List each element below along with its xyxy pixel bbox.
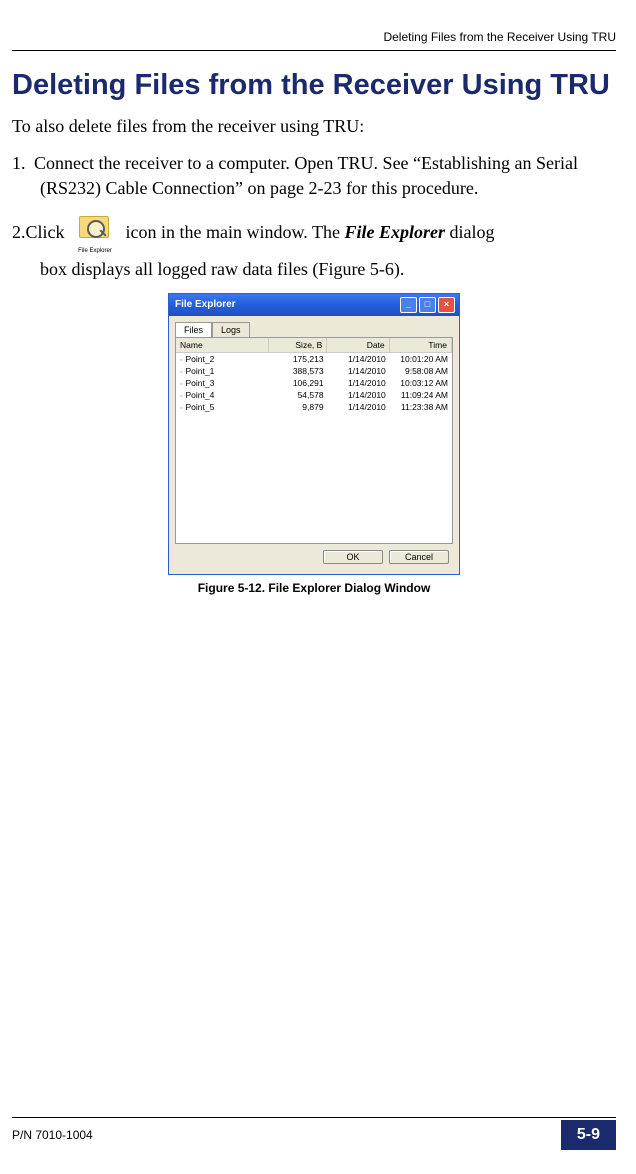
step-2-text-c: dialog (445, 222, 495, 242)
step-2-bold: File Explorer (344, 222, 445, 242)
ok-button[interactable]: OK (323, 550, 383, 564)
table-row[interactable]: Point_4 54,578 1/14/2010 11:09:24 AM (176, 389, 452, 401)
cell-name: Point_2 (176, 353, 270, 365)
cell-size: 106,291 (270, 377, 328, 389)
cell-size: 388,573 (270, 365, 328, 377)
step-2: 2.Click File Explorer icon in the main w… (12, 214, 616, 285)
figure-caption: Figure 5-12. File Explorer Dialog Window (12, 581, 616, 595)
cancel-button[interactable]: Cancel (389, 550, 449, 564)
minimize-icon[interactable]: _ (400, 297, 417, 313)
file-list-pane: Name Size, B Date Time Point_2 175,213 1… (175, 337, 453, 544)
dialog-title: File Explorer (175, 299, 236, 310)
table-row[interactable]: Point_2 175,213 1/14/2010 10:01:20 AM (176, 353, 452, 365)
file-list-header: Name Size, B Date Time (176, 338, 452, 353)
dialog-titlebar: File Explorer _ □ × (169, 294, 459, 316)
cell-time: 10:03:12 AM (390, 377, 452, 389)
page-title: Deleting Files from the Receiver Using T… (12, 69, 616, 102)
cell-date: 1/14/2010 (328, 401, 390, 413)
step-1-number: 1. (12, 151, 34, 175)
maximize-icon[interactable]: □ (419, 297, 436, 313)
cell-name: Point_4 (176, 389, 270, 401)
cell-name: Point_5 (176, 401, 270, 413)
cell-name: Point_3 (176, 377, 270, 389)
file-explorer-icon: File Explorer (73, 214, 117, 254)
part-number: P/N 7010-1004 (12, 1128, 93, 1142)
cell-time: 11:23:38 AM (390, 401, 452, 413)
file-explorer-icon-label: File Explorer (73, 246, 117, 256)
tab-files[interactable]: Files (175, 322, 212, 337)
step-2-text-a: Click (26, 222, 65, 242)
step-2-line2: box displays all logged raw data files (… (40, 254, 616, 285)
step-2-text-b: icon in the main window. The (126, 222, 345, 242)
cell-time: 10:01:20 AM (390, 353, 452, 365)
step-2-number: 2. (12, 222, 26, 242)
cell-size: 9,879 (270, 401, 328, 413)
page-footer: P/N 7010-1004 5-9 (12, 1117, 616, 1150)
cell-size: 54,578 (270, 389, 328, 401)
table-row[interactable]: Point_5 9,879 1/14/2010 11:23:38 AM (176, 401, 452, 413)
col-date[interactable]: Date (327, 338, 389, 353)
step-1: 1.Connect the receiver to a computer. Op… (12, 151, 616, 200)
table-row[interactable]: Point_3 106,291 1/14/2010 10:03:12 AM (176, 377, 452, 389)
tab-logs[interactable]: Logs (212, 322, 250, 337)
running-header: Deleting Files from the Receiver Using T… (12, 30, 616, 51)
page-number: 5-9 (561, 1120, 616, 1150)
close-icon[interactable]: × (438, 297, 455, 313)
col-size[interactable]: Size, B (269, 338, 327, 353)
cell-date: 1/14/2010 (328, 353, 390, 365)
step-1-text: Connect the receiver to a computer. Open… (34, 153, 578, 197)
cell-size: 175,213 (270, 353, 328, 365)
cell-time: 9:58:08 AM (390, 365, 452, 377)
intro-paragraph: To also delete files from the receiver u… (12, 116, 616, 137)
col-time[interactable]: Time (390, 338, 452, 353)
cell-time: 11:09:24 AM (390, 389, 452, 401)
cell-name: Point_1 (176, 365, 270, 377)
cell-date: 1/14/2010 (328, 377, 390, 389)
file-explorer-dialog: File Explorer _ □ × Files Logs Name Size… (168, 293, 460, 575)
col-name[interactable]: Name (176, 338, 269, 353)
table-row[interactable]: Point_1 388,573 1/14/2010 9:58:08 AM (176, 365, 452, 377)
cell-date: 1/14/2010 (328, 365, 390, 377)
cell-date: 1/14/2010 (328, 389, 390, 401)
